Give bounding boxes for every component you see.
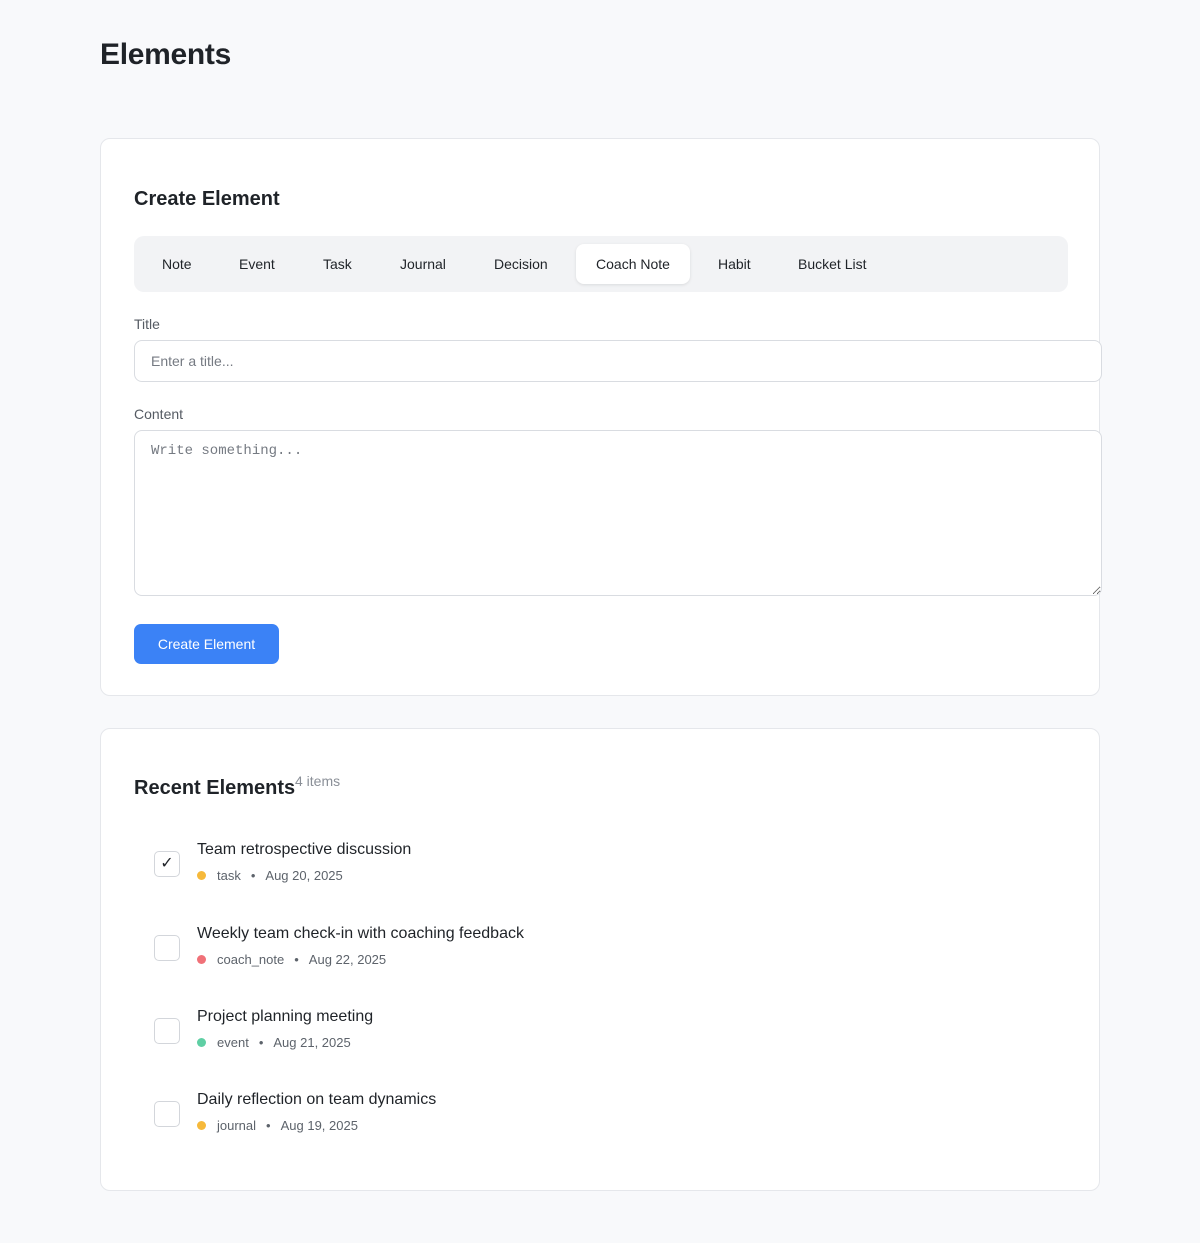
item-checkbox[interactable]	[154, 1018, 180, 1044]
item-title: Daily reflection on team dynamics	[197, 1091, 437, 1108]
list-item[interactable]: ✓ Team retrospective discussion task • A…	[154, 841, 1054, 891]
type-color-dot	[197, 1121, 206, 1130]
element-type-tabs: Note Event Task Journal Decision Coach N…	[134, 236, 1068, 292]
recent-elements-card: Recent Elements 4 items ✓ Team retrospec…	[100, 728, 1100, 1191]
item-type: coach_note	[217, 952, 285, 967]
recent-elements-heading: Recent Elements	[134, 777, 296, 799]
meta-separator: •	[294, 952, 299, 967]
item-type: task	[217, 868, 241, 883]
item-title: Weekly team check-in with coaching feedb…	[197, 925, 524, 942]
type-color-dot	[197, 871, 206, 880]
item-title: Team retrospective discussion	[197, 841, 412, 858]
item-date: Aug 20, 2025	[265, 868, 343, 883]
create-element-button[interactable]: Create Element	[134, 624, 279, 664]
tab-journal[interactable]: Journal	[380, 244, 466, 284]
tab-note[interactable]: Note	[142, 244, 212, 284]
meta-separator: •	[258, 1035, 264, 1050]
page-title: Elements	[100, 38, 231, 71]
tab-event[interactable]: Event	[219, 244, 295, 284]
tab-coach-note[interactable]: Coach Note	[576, 244, 690, 284]
create-element-card: Create Element Note Event Task Journal D…	[100, 138, 1102, 696]
item-title: Project planning meeting	[197, 1008, 374, 1025]
recent-elements-header: Recent Elements 4 items	[134, 771, 340, 805]
item-checkbox[interactable]: ✓	[154, 851, 180, 877]
tab-bucket-list[interactable]: Bucket List	[778, 244, 886, 284]
item-meta: task • Aug 20, 2025	[197, 868, 343, 883]
tab-task[interactable]: Task	[303, 244, 372, 284]
item-type: journal	[217, 1118, 257, 1133]
content-label: Content	[134, 406, 184, 422]
item-meta: journal • Aug 19, 2025	[197, 1118, 358, 1133]
title-label: Title	[134, 316, 160, 332]
tab-decision[interactable]: Decision	[474, 244, 568, 284]
meta-separator: •	[250, 868, 256, 883]
content-textarea[interactable]	[134, 430, 1102, 596]
list-item[interactable]: Weekly team check-in with coaching feedb…	[154, 925, 1054, 975]
meta-separator: •	[266, 1118, 271, 1133]
item-meta: event • Aug 21, 2025	[197, 1035, 351, 1050]
item-type: event	[217, 1035, 249, 1050]
item-date: Aug 22, 2025	[308, 952, 387, 967]
type-color-dot	[197, 1038, 206, 1047]
type-color-dot	[197, 955, 206, 964]
list-item[interactable]: Project planning meeting event • Aug 21,…	[154, 1008, 1054, 1058]
item-date: Aug 21, 2025	[273, 1035, 351, 1050]
item-checkbox[interactable]	[154, 1101, 180, 1127]
item-checkbox[interactable]	[154, 935, 180, 961]
list-item[interactable]: Daily reflection on team dynamics journa…	[154, 1091, 1054, 1141]
create-element-heading: Create Element	[134, 188, 280, 210]
item-date: Aug 19, 2025	[280, 1118, 358, 1133]
item-count-badge: 4 items	[295, 773, 341, 789]
item-meta: coach_note • Aug 22, 2025	[197, 952, 386, 967]
title-input[interactable]	[134, 340, 1102, 382]
tab-habit[interactable]: Habit	[698, 244, 771, 284]
